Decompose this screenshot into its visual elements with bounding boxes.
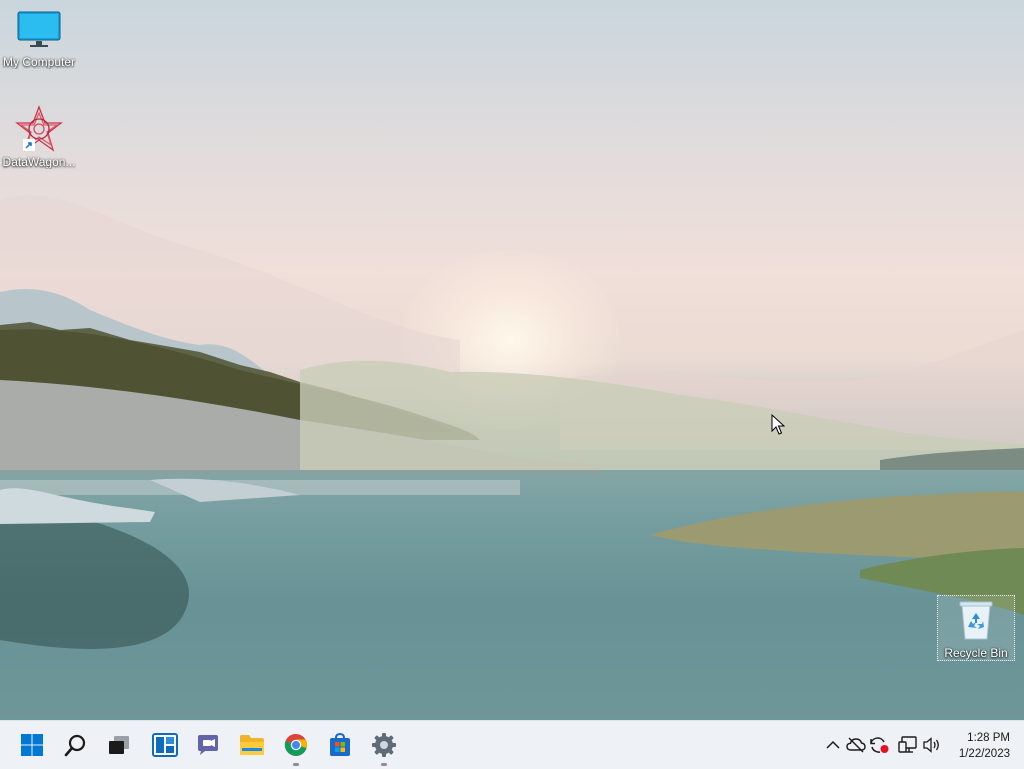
windows-logo-icon bbox=[21, 734, 43, 756]
clock-date: 1/22/2023 bbox=[958, 748, 1010, 760]
network-icon bbox=[898, 736, 917, 753]
taskbar: 1:28 PM 1/22/2023 bbox=[0, 720, 1024, 769]
desktop-icon-datawagon[interactable]: DataWagon... bbox=[1, 105, 77, 169]
network-tray-button[interactable] bbox=[897, 733, 919, 757]
recycle-bin-icon bbox=[959, 601, 993, 640]
show-hidden-icons-button[interactable] bbox=[822, 733, 844, 757]
cloud-off-icon bbox=[846, 737, 866, 753]
search-icon bbox=[64, 734, 86, 757]
folder-icon bbox=[240, 735, 264, 755]
desktop-icon-recycle-bin[interactable]: Recycle Bin bbox=[937, 595, 1015, 661]
task-view-icon bbox=[109, 736, 129, 754]
running-indicator bbox=[381, 763, 387, 766]
start-button[interactable] bbox=[12, 725, 52, 765]
volume-icon bbox=[923, 737, 939, 753]
sync-alert-icon bbox=[870, 737, 889, 753]
desktop[interactable]: My Computer DataWagon... Recycle Bin bbox=[0, 0, 1024, 720]
search-button[interactable] bbox=[56, 725, 96, 765]
mouse-cursor-icon bbox=[771, 414, 785, 435]
store-icon bbox=[330, 733, 350, 756]
clock-button[interactable]: 1:28 PM 1/22/2023 bbox=[959, 730, 1010, 762]
shortcut-arrow-icon bbox=[23, 139, 35, 151]
chrome-icon bbox=[284, 733, 307, 756]
task-view-button[interactable] bbox=[99, 725, 139, 765]
running-indicator bbox=[293, 763, 299, 766]
chevron-up-icon bbox=[826, 740, 840, 749]
widgets-button[interactable] bbox=[145, 725, 185, 765]
teams-chat-icon bbox=[198, 735, 218, 755]
widgets-icon bbox=[152, 733, 178, 757]
volume-tray-button[interactable] bbox=[921, 733, 943, 757]
gear-icon bbox=[372, 733, 396, 757]
onedrive-tray-button[interactable] bbox=[845, 733, 867, 757]
store-button[interactable] bbox=[320, 725, 360, 765]
desktop-icon-my-computer[interactable]: My Computer bbox=[1, 10, 77, 69]
monitor-icon bbox=[17, 11, 61, 47]
desktop-icon-label: DataWagon... bbox=[2, 155, 76, 169]
file-explorer-button[interactable] bbox=[232, 725, 272, 765]
desktop-icon-label: My Computer bbox=[2, 55, 76, 69]
chat-button[interactable] bbox=[188, 725, 228, 765]
chrome-button[interactable] bbox=[276, 725, 316, 766]
sync-alert-tray-button[interactable] bbox=[868, 733, 890, 757]
wallpaper-landscape bbox=[0, 195, 1024, 720]
clock-time: 1:28 PM bbox=[967, 732, 1010, 744]
desktop-icon-label: Recycle Bin bbox=[944, 646, 1008, 660]
settings-button[interactable] bbox=[364, 725, 404, 766]
